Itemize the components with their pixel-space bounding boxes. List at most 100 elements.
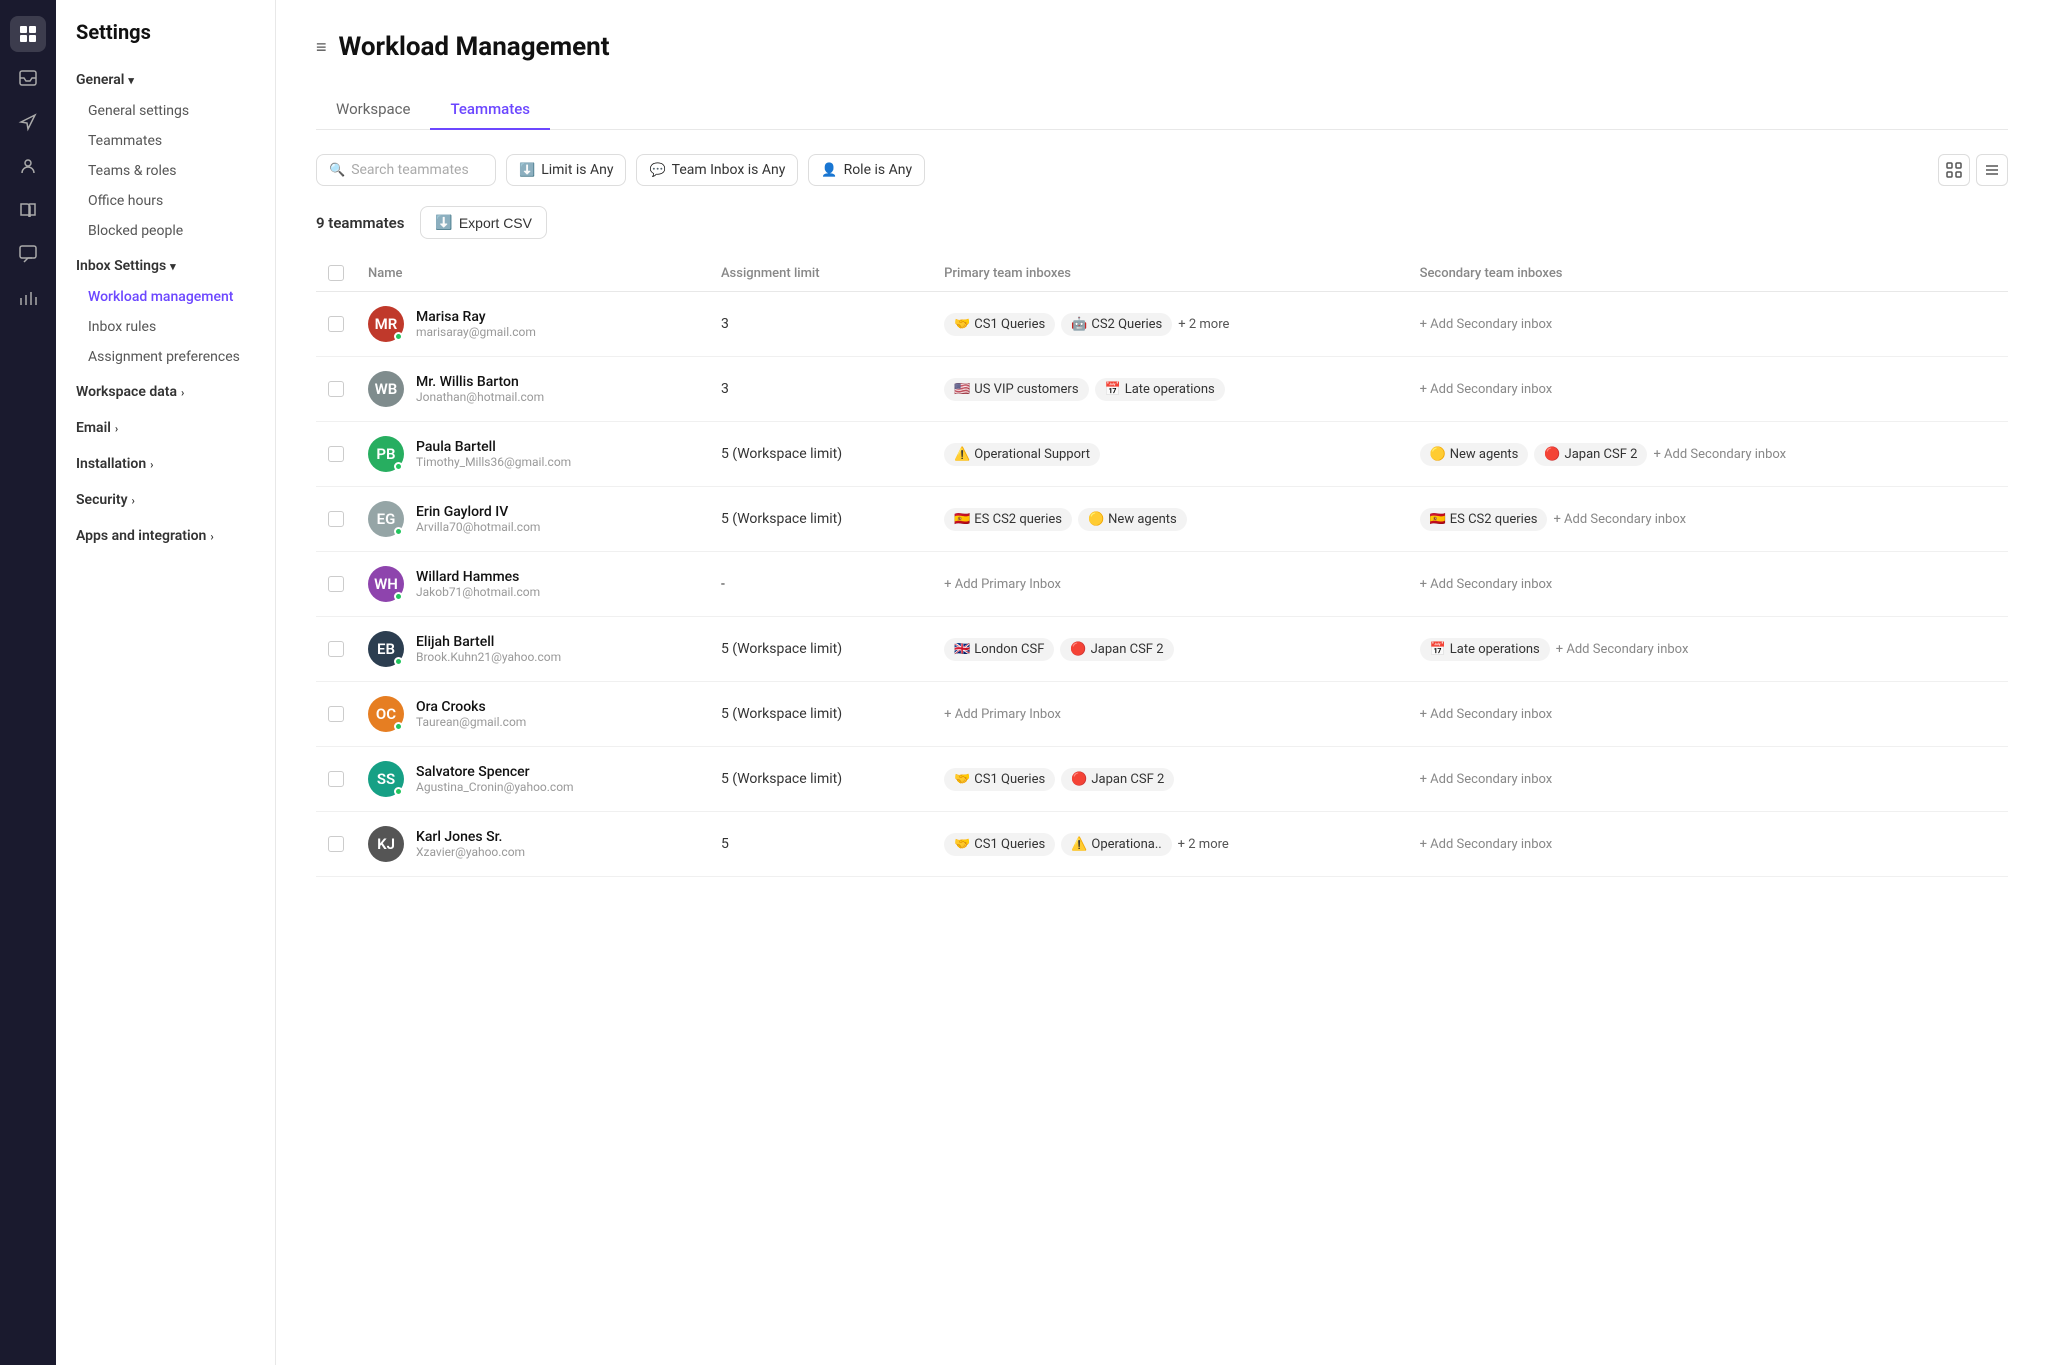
secondary-inboxes-3: 🇪🇸ES CS2 queries + Add Secondary inbox xyxy=(1408,487,2008,552)
main-content: ≡ Workload Management Workspace Teammate… xyxy=(276,0,2048,1365)
tab-workspace[interactable]: Workspace xyxy=(316,90,430,130)
row-select-checkbox[interactable] xyxy=(328,771,344,787)
inbox-tag[interactable]: 📅 Late operations xyxy=(1420,638,1550,661)
sidebar-item-assignment-prefs[interactable]: Assignment preferences xyxy=(56,342,275,372)
inbox-tag[interactable]: 🇪🇸ES CS2 queries xyxy=(944,508,1072,531)
sidebar-section-header-inbox[interactable]: Inbox Settings ▾ xyxy=(56,250,275,282)
inbox-label: Late operations xyxy=(1450,642,1540,657)
secondary-inbox-tags: 🇪🇸ES CS2 queries + Add Secondary inbox xyxy=(1420,508,1996,531)
add-secondary-inbox-link[interactable]: + Add Secondary inbox xyxy=(1420,577,1553,592)
teammate-info: Willard Hammes Jakob71@hotmail.com xyxy=(416,569,540,599)
inbox-tag[interactable]: 🇺🇸US VIP customers xyxy=(944,378,1088,401)
row-select-checkbox[interactable] xyxy=(328,576,344,592)
inbox-tag[interactable]: ⚠️Operational Support xyxy=(944,443,1100,466)
sidebar-item-workload[interactable]: Workload management xyxy=(56,282,275,312)
secondary-inboxes-5: 📅 Late operations + Add Secondary inbox xyxy=(1408,617,2008,682)
role-filter-button[interactable]: 👤 Role is Any xyxy=(808,154,925,186)
limit-filter-button[interactable]: ⬇️ Limit is Any xyxy=(506,154,626,186)
inbox-tag[interactable]: 🔴Japan CSF 2 xyxy=(1060,638,1173,661)
inbox-tag[interactable]: 🔴Japan CSF 2 xyxy=(1534,443,1647,466)
sidebar-section-label-installation: Installation xyxy=(76,456,146,472)
more-inboxes-badge: + 2 more xyxy=(1178,317,1229,332)
row-select-checkbox[interactable] xyxy=(328,316,344,332)
teammate-cell: PB Paula Bartell Timothy_Mills36@gmail.c… xyxy=(368,436,697,472)
add-secondary-inbox-link[interactable]: + Add Secondary inbox xyxy=(1553,512,1686,527)
inbox-emoji: 🇪🇸 xyxy=(954,512,970,527)
inbox-tag[interactable]: 🤝CS1 Queries xyxy=(944,313,1055,336)
inbox-tag[interactable]: 🤖CS2 Queries xyxy=(1061,313,1172,336)
teammate-email: Timothy_Mills36@gmail.com xyxy=(416,455,571,469)
sidebar-section-header-workspace-data[interactable]: Workspace data › xyxy=(56,376,275,408)
avatar: MR xyxy=(368,306,404,342)
tab-teammates[interactable]: Teammates xyxy=(430,90,550,130)
add-secondary-inbox-link[interactable]: + Add Secondary inbox xyxy=(1653,447,1786,462)
row-select-checkbox[interactable] xyxy=(328,641,344,657)
inbox-tag[interactable]: 🤝CS1 Queries xyxy=(944,768,1055,791)
add-primary-inbox-link[interactable]: + Add Primary Inbox xyxy=(944,577,1061,592)
rail-icon-inbox[interactable] xyxy=(10,60,46,96)
rail-icon-grid[interactable] xyxy=(10,16,46,52)
search-placeholder: Search teammates xyxy=(351,162,469,178)
rail-icon-book[interactable] xyxy=(10,192,46,228)
rail-icon-contacts[interactable] xyxy=(10,148,46,184)
sidebar-item-general-settings[interactable]: General settings xyxy=(56,96,275,126)
teammate-display-name: Ora Crooks xyxy=(416,699,526,715)
add-secondary-inbox-link[interactable]: + Add Secondary inbox xyxy=(1420,707,1553,722)
inbox-tag[interactable]: 🔴Japan CSF 2 xyxy=(1061,768,1174,791)
inbox-tag[interactable]: 📅Late operations xyxy=(1095,378,1225,401)
inbox-emoji: 🤝 xyxy=(954,317,970,332)
card-view-button[interactable] xyxy=(1938,154,1970,186)
primary-inboxes-3: 🇪🇸ES CS2 queries 🟡New agents xyxy=(932,487,1407,552)
secondary-inbox-tags: 📅 Late operations + Add Secondary inbox xyxy=(1420,638,1996,661)
avatar: WH xyxy=(368,566,404,602)
row-select-checkbox[interactable] xyxy=(328,511,344,527)
row-select-checkbox[interactable] xyxy=(328,706,344,722)
inbox-tag[interactable]: ⚠️Operationa.. xyxy=(1061,833,1171,856)
inbox-tag[interactable]: 🇬🇧London CSF xyxy=(944,638,1054,661)
teammate-display-name: Karl Jones Sr. xyxy=(416,829,525,845)
inbox-tag[interactable]: 🤝CS1 Queries xyxy=(944,833,1055,856)
inbox-tag[interactable]: 🟡New agents xyxy=(1078,508,1187,531)
rail-icon-chat[interactable] xyxy=(10,236,46,272)
list-view-button[interactable] xyxy=(1976,154,2008,186)
sidebar-item-office-hours[interactable]: Office hours xyxy=(56,186,275,216)
sidebar-section-header-installation[interactable]: Installation › xyxy=(56,448,275,480)
assignment-limit-4: - xyxy=(709,552,932,617)
add-secondary-inbox-link[interactable]: + Add Secondary inbox xyxy=(1420,382,1553,397)
sidebar-section-header-apps[interactable]: Apps and integration › xyxy=(56,520,275,552)
row-select-checkbox[interactable] xyxy=(328,381,344,397)
add-primary-inbox-link[interactable]: + Add Primary Inbox xyxy=(944,707,1061,722)
teammate-info: Ora Crooks Taurean@gmail.com xyxy=(416,699,526,729)
inbox-emoji: 📅 xyxy=(1430,642,1446,657)
sidebar-section-header-email[interactable]: Email › xyxy=(56,412,275,444)
rail-icon-chart[interactable] xyxy=(10,280,46,316)
menu-icon[interactable]: ≡ xyxy=(316,37,327,58)
rail-icon-send[interactable] xyxy=(10,104,46,140)
row-checkbox-8 xyxy=(316,812,356,877)
sidebar-section-inbox-settings: Inbox Settings ▾ Workload management Inb… xyxy=(56,250,275,372)
primary-inbox-tags: 🇺🇸US VIP customers 📅Late operations xyxy=(944,378,1395,401)
add-secondary-inbox-link[interactable]: + Add Secondary inbox xyxy=(1420,772,1553,787)
sidebar-item-inbox-rules[interactable]: Inbox rules xyxy=(56,312,275,342)
row-select-checkbox[interactable] xyxy=(328,836,344,852)
search-box[interactable]: 🔍 Search teammates xyxy=(316,154,496,186)
sidebar-section-header-security[interactable]: Security › xyxy=(56,484,275,516)
inbox-tag[interactable]: 🟡New agents xyxy=(1420,443,1529,466)
select-all-checkbox[interactable] xyxy=(328,265,344,281)
sidebar-section-header-general[interactable]: General ▾ xyxy=(56,64,275,96)
sidebar-section-label-security: Security xyxy=(76,492,128,508)
team-inbox-filter-button[interactable]: 💬 Team Inbox is Any xyxy=(636,154,798,186)
sidebar-item-teams-roles[interactable]: Teams & roles xyxy=(56,156,275,186)
sidebar-item-blocked-people[interactable]: Blocked people xyxy=(56,216,275,246)
row-select-checkbox[interactable] xyxy=(328,446,344,462)
team-inbox-filter-label: Team Inbox is Any xyxy=(672,162,786,178)
sidebar-item-teammates[interactable]: Teammates xyxy=(56,126,275,156)
add-secondary-inbox-link[interactable]: + Add Secondary inbox xyxy=(1556,642,1689,657)
page-header: ≡ Workload Management xyxy=(316,32,2008,62)
add-secondary-inbox-link[interactable]: + Add Secondary inbox xyxy=(1420,317,1553,332)
inbox-tag[interactable]: 🇪🇸ES CS2 queries xyxy=(1420,508,1548,531)
export-csv-button[interactable]: ⬇️ Export CSV xyxy=(420,206,547,239)
secondary-inboxes-1: + Add Secondary inbox xyxy=(1408,357,2008,422)
inbox-label: Operationa.. xyxy=(1091,837,1161,852)
add-secondary-inbox-link[interactable]: + Add Secondary inbox xyxy=(1420,837,1553,852)
